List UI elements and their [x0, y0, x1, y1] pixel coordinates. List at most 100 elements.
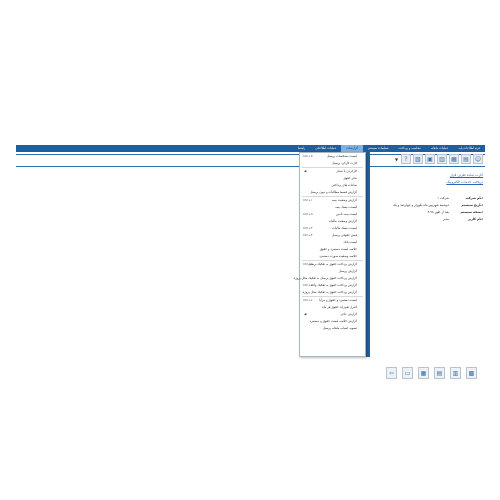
document-icon[interactable]: ▤ — [461, 154, 471, 164]
dropdown-item[interactable]: کنترل تغییرات حقوق هر ماه — [300, 304, 365, 311]
dropdown-item[interactable]: گزارش پرداخت حقوق به تفکیک محل پروژه — [300, 289, 365, 296]
menu-item[interactable]: راهنما — [293, 145, 310, 152]
dropdown-item-shortcut: Ctrl+U — [303, 283, 314, 287]
dropdown-item[interactable]: گزارش پرسنل — [300, 268, 365, 275]
link-simple-card[interactable]: کارت ساده طرف قرار — [446, 172, 483, 179]
info-row-version: نسخه سیستم: ۴.۹۸ بعد از ظهر — [373, 209, 484, 216]
dropdown-item-label: لیست دیسک بیمه — [335, 205, 357, 209]
dropdown-side-bar — [366, 152, 370, 357]
info-value: ۴.۹۸ بعد از ظهر — [427, 210, 450, 214]
dropdown-item-label: خلاصه لیست دستمزد و حقوق — [319, 247, 357, 251]
menu-item[interactable]: فرم اطلاعات پایه — [453, 145, 485, 152]
dropdown-item-shortcut: Ctrl+T — [303, 226, 313, 230]
dropdown-item[interactable]: لیست بیمه تامین Ctrl+S — [300, 211, 365, 218]
dropdown-item[interactable]: گزارش پرداخت حقوق پرسنل به تفکیک محل پرو… — [294, 275, 365, 282]
dropdown-item-label: گزارش وضعیت مالیات — [328, 219, 357, 223]
monitor-icon[interactable]: ▭ — [402, 367, 413, 379]
print-icon[interactable]: ▧ — [413, 154, 423, 164]
dropdown-item-shortcut: Ctrl+P — [303, 154, 313, 158]
dropdown-item-label: فیش حقوقی پرسنل — [331, 233, 357, 237]
info-row-user: نام کاربر: مدیر — [373, 216, 483, 223]
dropdown-item-label: کنترل تغییرات حقوق هر ماه — [322, 305, 357, 309]
menu-item[interactable]: تنظیمات سیستم — [363, 145, 394, 152]
dropdown-item-shortcut: Ctrl+F — [303, 233, 313, 237]
dropdown-item-label: گزارش قسط مطالبات و دیون پرسنل — [310, 190, 357, 194]
exit-icon[interactable]: ⇦ — [386, 367, 397, 379]
info-key: نسخه سیستم: — [460, 210, 483, 214]
chart-icon[interactable]: ▥ — [450, 367, 461, 379]
dropdown-item[interactable]: فیش حقوقی پرسنل Ctrl+F — [300, 232, 365, 239]
info-key: تاریخ سیستم: — [461, 203, 483, 207]
chart-icon[interactable]: ▥ — [437, 154, 447, 164]
calendar-icon[interactable]: ▣ — [425, 154, 435, 164]
info-key: نام شرکت: — [465, 196, 483, 200]
grid-icon[interactable]: ▩ — [466, 367, 477, 379]
dropdown-item[interactable]: گزارش پرداخت حقوق به تفکیک پرسنل Ctrl+G — [300, 261, 365, 268]
user-icon[interactable]: ☺ — [473, 154, 483, 164]
dropdown-item[interactable]: دفتر حقوق — [300, 175, 365, 182]
dropdown-item[interactable]: تسویه حساب ماهانه پرسنل — [300, 325, 365, 332]
info-value: دوشنبه شهریور ماه یکهزار و چهارصد و یک — [392, 203, 449, 207]
toolbar-divider — [16, 166, 485, 167]
menu-item[interactable]: گزارشات — [341, 145, 363, 152]
dropdown-item[interactable]: لیست مشخصات پرسنل Ctrl+P — [300, 153, 365, 160]
info-row-date: تاریخ سیستم: دوشنبه شهریور ماه یکهزار و … — [373, 202, 483, 209]
dropdown-item[interactable]: گزارش وضعیت بیمه Ctrl+I — [300, 197, 365, 204]
database-icon[interactable]: ▦ — [418, 367, 429, 379]
dropdown-item-label: ساعات های پرداختی — [331, 183, 357, 187]
dropdown-item-label: گزارش پرداخت حقوق به تفکیک واحد — [310, 283, 357, 287]
dropdown-item-label: گزارش پرسنل — [338, 269, 357, 273]
link-e-services[interactable]: دریافت خدمات الکترونیک — [446, 179, 483, 186]
menu-bar: فرم اطلاعات پایه عملیات ماهانه محاسبه و پر… — [16, 145, 485, 152]
bottom-toolbar: ⇦ ▭ ▦ ▤ ▥ ▩ — [386, 367, 477, 379]
dropdown-item-label: کارکردی با شمار — [336, 169, 357, 173]
info-value: مدیر — [442, 217, 449, 221]
dropdown-item[interactable]: لیست دستمزد و حقوق و مزایا Ctrl+L — [300, 297, 365, 304]
dropdown-item-label: لیست دیسک مالیات — [332, 226, 357, 230]
dropdown-item-label: گزارش پرداخت حقوق به تفکیک پرسنل — [308, 262, 357, 266]
chevron-down-icon[interactable]: ▼ — [394, 154, 399, 164]
dropdown-item[interactable]: لیست دیسک مالیات Ctrl+T — [300, 225, 365, 232]
dropdown-item[interactable]: لیست دیسک بیمه — [300, 204, 365, 211]
dropdown-item-label: دفتر حقوق — [343, 176, 357, 180]
dropdown-item[interactable]: خلاصه لیست دستمزد و حقوق — [300, 246, 365, 253]
reports-dropdown-menu: لیست مشخصات پرسنل Ctrl+P کارت کارکرد پرسنل… — [294, 152, 366, 357]
report-icon[interactable]: ▦ — [449, 154, 459, 164]
dropdown-item-label: گزارش وضعیت بیمه — [331, 198, 357, 202]
menu-item[interactable]: عملیات اطلاعاتی — [310, 145, 341, 152]
dropdown-item[interactable]: گزارش عادی ◀ — [300, 311, 365, 318]
dropdown-item-label: گزارش عادی — [340, 312, 357, 316]
dropdown-item-label: لیست بیمه تامین — [336, 212, 357, 216]
dropdown-item[interactable]: کارت کارکرد پرسنل — [300, 160, 365, 167]
info-value: شرکت ۱ — [437, 196, 449, 200]
calculator-icon[interactable]: ▤ — [434, 367, 445, 379]
dropdown-item-shortcut: Ctrl+L — [303, 298, 313, 302]
quick-links: کارت ساده طرف قرار دریافت خدمات الکترونی… — [446, 172, 483, 186]
menu-item[interactable]: محاسبه و پرداخت — [394, 145, 426, 152]
submenu-arrow-icon: ◀ — [304, 312, 307, 316]
toolbar: ☺ ▤ ▦ ▥ ▣ ▧ ? ▼ — [394, 154, 483, 164]
dropdown-item[interactable]: کارکردی با شمار ◀ — [300, 168, 365, 175]
dropdown-item[interactable]: لیست بانک — [300, 239, 365, 246]
dropdown-item-label: لیست بانک — [343, 240, 357, 244]
dropdown-item-label: لیست دستمزد و حقوق و مزایا — [319, 298, 357, 302]
help-icon[interactable]: ? — [401, 154, 411, 164]
company-info: نام شرکت: شرکت ۱ تاریخ سیستم: دوشنبه شهر… — [373, 195, 483, 223]
dropdown-item-label: لیست مشخصات پرسنل — [326, 154, 357, 158]
menu-item[interactable]: عملیات ماهانه — [426, 145, 454, 152]
info-key: نام کاربر: — [467, 217, 483, 221]
dropdown-item[interactable]: گزارش قسط مطالبات و دیون پرسنل — [300, 189, 365, 196]
dropdown-item[interactable]: گزارش خلاصه لیست حقوق و دستمزد — [300, 318, 365, 325]
dropdown-item[interactable]: گزارش وضعیت مالیات — [300, 218, 365, 225]
dropdown-item[interactable]: گزارش پرداخت حقوق به تفکیک واحد Ctrl+U — [300, 282, 365, 289]
dropdown-item[interactable]: خلاصه وضعیت صورت دستمزد — [300, 253, 365, 260]
dropdown-item[interactable]: ساعات های پرداختی — [300, 182, 365, 189]
dropdown-item-label: گزارش پرداخت حقوق به تفکیک محل پروژه — [302, 290, 357, 294]
dropdown-item-label: کارت کارکرد پرسنل — [332, 161, 357, 165]
dropdown-item-label: گزارش پرداخت حقوق پرسنل به تفکیک محل پرو… — [293, 276, 357, 280]
main-window: فرم اطلاعات پایه عملیات ماهانه محاسبه و پر… — [16, 145, 485, 385]
info-row-company: نام شرکت: شرکت ۱ — [373, 195, 483, 202]
dropdown-item-shortcut: Ctrl+S — [303, 212, 313, 216]
dropdown-item-label: گزارش خلاصه لیست حقوق و دستمزد — [309, 319, 357, 323]
dropdown-item-label: خلاصه وضعیت صورت دستمزد — [319, 254, 357, 258]
